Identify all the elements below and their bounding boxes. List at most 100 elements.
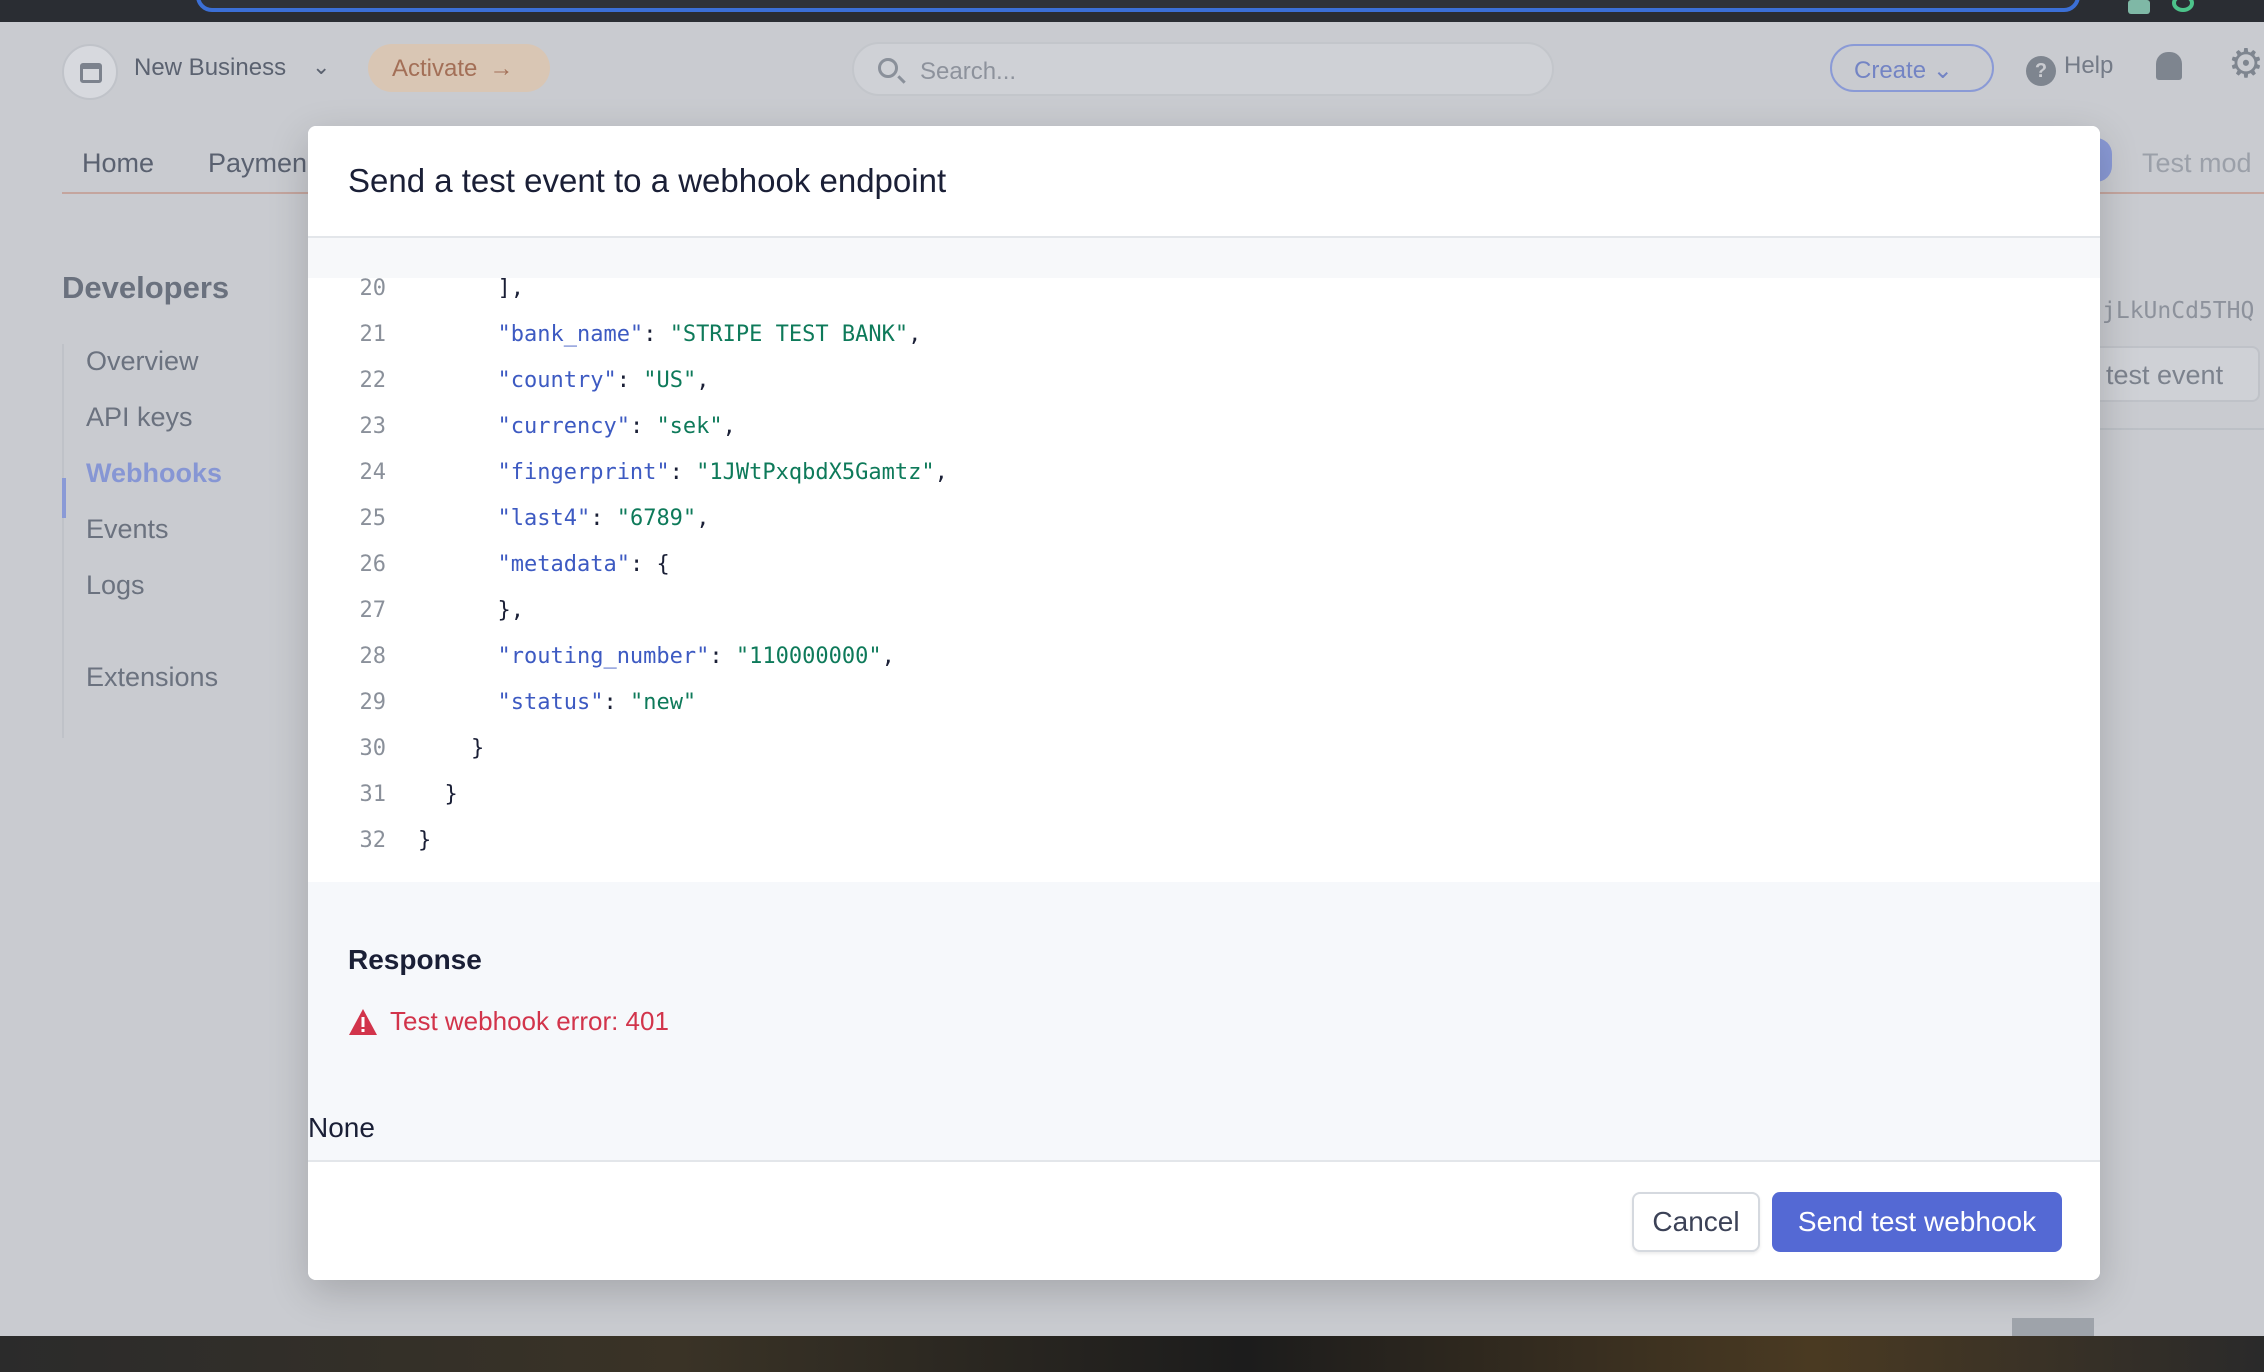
line-number: 24 [359, 460, 387, 485]
code-line: 28 "routing_number": "110000000", [308, 634, 2100, 680]
json-value: "STRIPE TEST BANK" [669, 322, 909, 347]
send-test-webhook-button[interactable]: Send test webhook [1772, 1192, 2062, 1252]
address-bar[interactable] [196, 0, 2080, 12]
help-label: Help [2064, 52, 2114, 79]
code-line: 21 "bank_name": "STRIPE TEST BANK", [308, 312, 2100, 358]
line-number: 30 [359, 736, 387, 761]
scrollbar-thumb[interactable] [2012, 1318, 2094, 1336]
code-line: 20 ], [308, 278, 2100, 312]
json-punctuation: { [656, 552, 670, 577]
bell-icon[interactable] [2156, 52, 2182, 80]
code-line: 26 "metadata": { [308, 542, 2100, 588]
sidebar-item-logs[interactable]: Logs [86, 570, 145, 601]
json-value: "US" [643, 368, 697, 393]
chevron-down-icon[interactable]: ⌄ [312, 54, 330, 80]
arrow-right-icon: → [489, 55, 514, 82]
cancel-button[interactable]: Cancel [1632, 1192, 1760, 1252]
profile-icon[interactable] [2172, 0, 2194, 12]
json-value: "1JWtPxqbdX5Gamtz" [696, 460, 935, 485]
sidebar-item-overview[interactable]: Overview [86, 346, 199, 377]
json-punctuation: , [934, 460, 948, 485]
code-line: 23 "currency": "sek", [308, 404, 2100, 450]
search-icon [878, 58, 898, 78]
line-number: 23 [359, 414, 387, 439]
code-line: 24 "fingerprint": "1JWtPxqbdX5Gamtz", [308, 450, 2100, 496]
code-text: } [418, 818, 431, 864]
gear-icon[interactable]: ⚙ [2228, 44, 2264, 84]
json-punctuation: } [444, 782, 458, 807]
line-number: 20 [359, 278, 387, 301]
json-separator: : [603, 690, 630, 715]
sidebar-item-webhooks[interactable]: Webhooks [86, 458, 222, 489]
line-number: 27 [359, 598, 387, 623]
line-number: 21 [359, 322, 387, 347]
business-store-icon[interactable] [62, 44, 118, 100]
dashboard-background: New Business ⌄ Activate → Search... Creat… [0, 22, 2264, 1336]
line-number: 29 [359, 690, 387, 715]
divider [2100, 428, 2264, 430]
test-webhook-modal: Send a test event to a webhook endpoint … [308, 126, 2100, 1280]
code-header-band [308, 238, 2100, 278]
warning-icon [348, 1008, 378, 1036]
code-line: 25 "last4": "6789", [308, 496, 2100, 542]
response-error-text: Test webhook error: 401 [390, 1006, 669, 1036]
send-test-event-button-bg[interactable]: test event [2080, 346, 2260, 402]
tab-payments[interactable]: Paymen [208, 148, 307, 179]
test-mode-label: Test mod [2142, 148, 2252, 178]
business-name[interactable]: New Business [134, 54, 286, 82]
json-punctuation: , [881, 644, 895, 669]
code-text: } [418, 772, 458, 818]
json-punctuation: } [418, 828, 432, 853]
code-text: "last4": "6789", [418, 496, 709, 542]
line-number: 31 [359, 782, 387, 807]
sidebar-title: Developers [62, 270, 230, 305]
help-button[interactable]: ? Help [2026, 52, 2113, 86]
search-bar[interactable]: Search... [852, 42, 1554, 96]
line-number: 22 [359, 368, 387, 393]
sidebar-item-events[interactable]: Events [86, 514, 169, 545]
json-separator: : [629, 552, 657, 577]
line-number: 25 [359, 506, 387, 531]
line-number: 28 [359, 644, 387, 669]
json-key: "last4" [497, 506, 591, 531]
activate-button[interactable]: Activate → [368, 44, 550, 92]
code-text: } [418, 726, 484, 772]
json-separator: : [616, 368, 644, 393]
sidebar-item-extensions[interactable]: Extensions [86, 662, 218, 693]
code-text: }, [418, 588, 524, 634]
code-text: "status": "new" [418, 680, 696, 726]
chevron-down-icon: ⌄ [1932, 57, 1953, 84]
json-punctuation: }, [497, 598, 524, 623]
search-placeholder: Search... [920, 58, 1017, 85]
sidebar-active-indicator [62, 478, 66, 518]
json-value: "new" [629, 690, 697, 715]
modal-title: Send a test event to a webhook endpoint [348, 162, 947, 199]
json-value: "110000000" [735, 644, 882, 669]
line-number: 32 [359, 828, 387, 853]
json-punctuation: , [908, 322, 922, 347]
create-label: Create [1854, 57, 1927, 84]
json-value: "sek" [656, 414, 723, 439]
top-bar: New Business ⌄ Activate → Search... Creat… [0, 22, 2264, 112]
json-separator: : [669, 460, 697, 485]
response-title: Response [348, 944, 482, 975]
json-key: "routing_number" [497, 644, 710, 669]
modal-header: Send a test event to a webhook endpoint [308, 126, 2100, 238]
extension-icon[interactable] [2128, 0, 2150, 14]
event-payload-code[interactable]: 20 ], 21 "bank_name": "STRIPE TEST BANK",… [308, 278, 2100, 884]
create-button[interactable]: Create ⌄ [1830, 44, 1994, 92]
tab-home[interactable]: Home [82, 148, 154, 179]
modal-footer: Cancel Send test webhook [308, 1160, 2100, 1280]
sidebar-item-api-keys[interactable]: API keys [86, 402, 193, 433]
sidebar-rail [62, 344, 64, 738]
response-error: Test webhook error: 401 [348, 1006, 669, 1037]
